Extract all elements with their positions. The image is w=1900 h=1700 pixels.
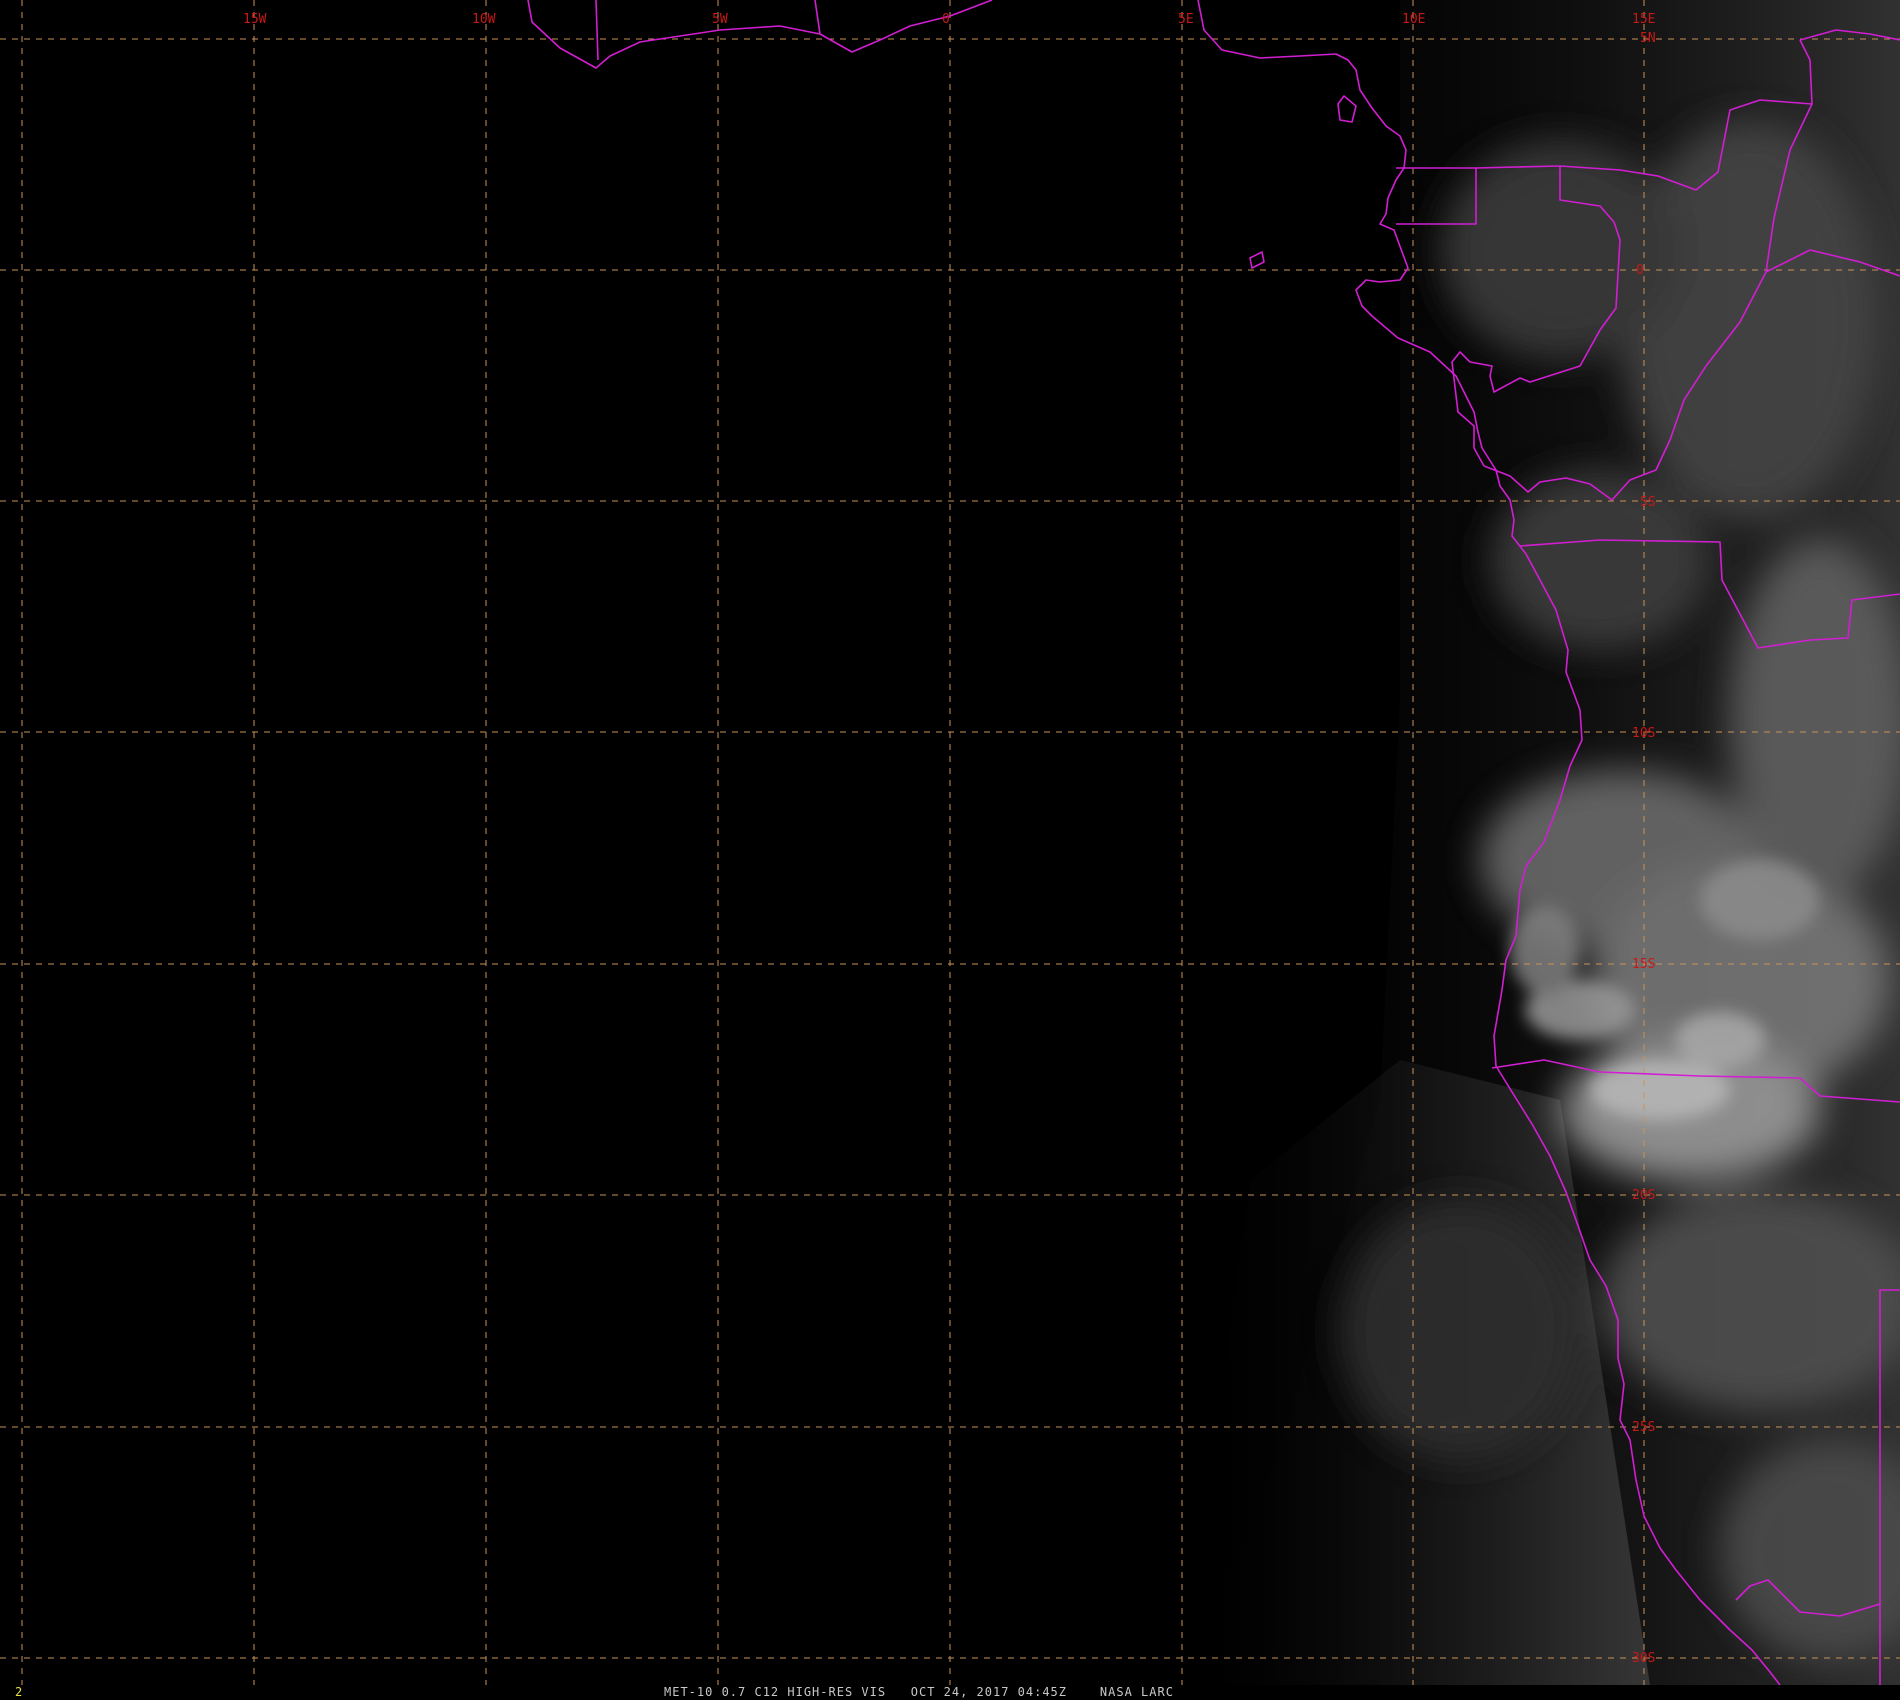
lat-label-20s: 20S — [1632, 1188, 1655, 1203]
lon-label-5e: 5E — [1178, 12, 1194, 27]
lon-label-10w: 10W — [472, 12, 496, 27]
lat-label-0: 0 — [1636, 263, 1644, 278]
lon-label-0: 0 — [942, 12, 950, 27]
lon-label-10e: 10E — [1402, 12, 1425, 27]
satellite-map: 15W 10W 5W 0 5E 10E 15E 5N 0 5S 10S 15S … — [0, 0, 1900, 1686]
lon-label-5w: 5W — [712, 12, 728, 27]
lat-label-5s: 5S — [1640, 495, 1656, 510]
lat-label-10s: 10S — [1632, 726, 1655, 741]
lat-label-5n: 5N — [1640, 31, 1656, 46]
lat-label-25s: 25S — [1632, 1420, 1655, 1435]
lat-label-30s: 30S — [1632, 1651, 1655, 1666]
lon-label-15e: 15E — [1632, 12, 1655, 27]
frame-number: 2 — [15, 1685, 24, 1699]
status-bar: 2 MET-10 0.7 C12 HIGH-RES VIS OCT 24, 20… — [0, 1685, 1900, 1700]
lat-label-15s: 15S — [1632, 957, 1655, 972]
image-caption: MET-10 0.7 C12 HIGH-RES VIS OCT 24, 2017… — [664, 1685, 1174, 1699]
lon-label-15w: 15W — [243, 12, 267, 27]
